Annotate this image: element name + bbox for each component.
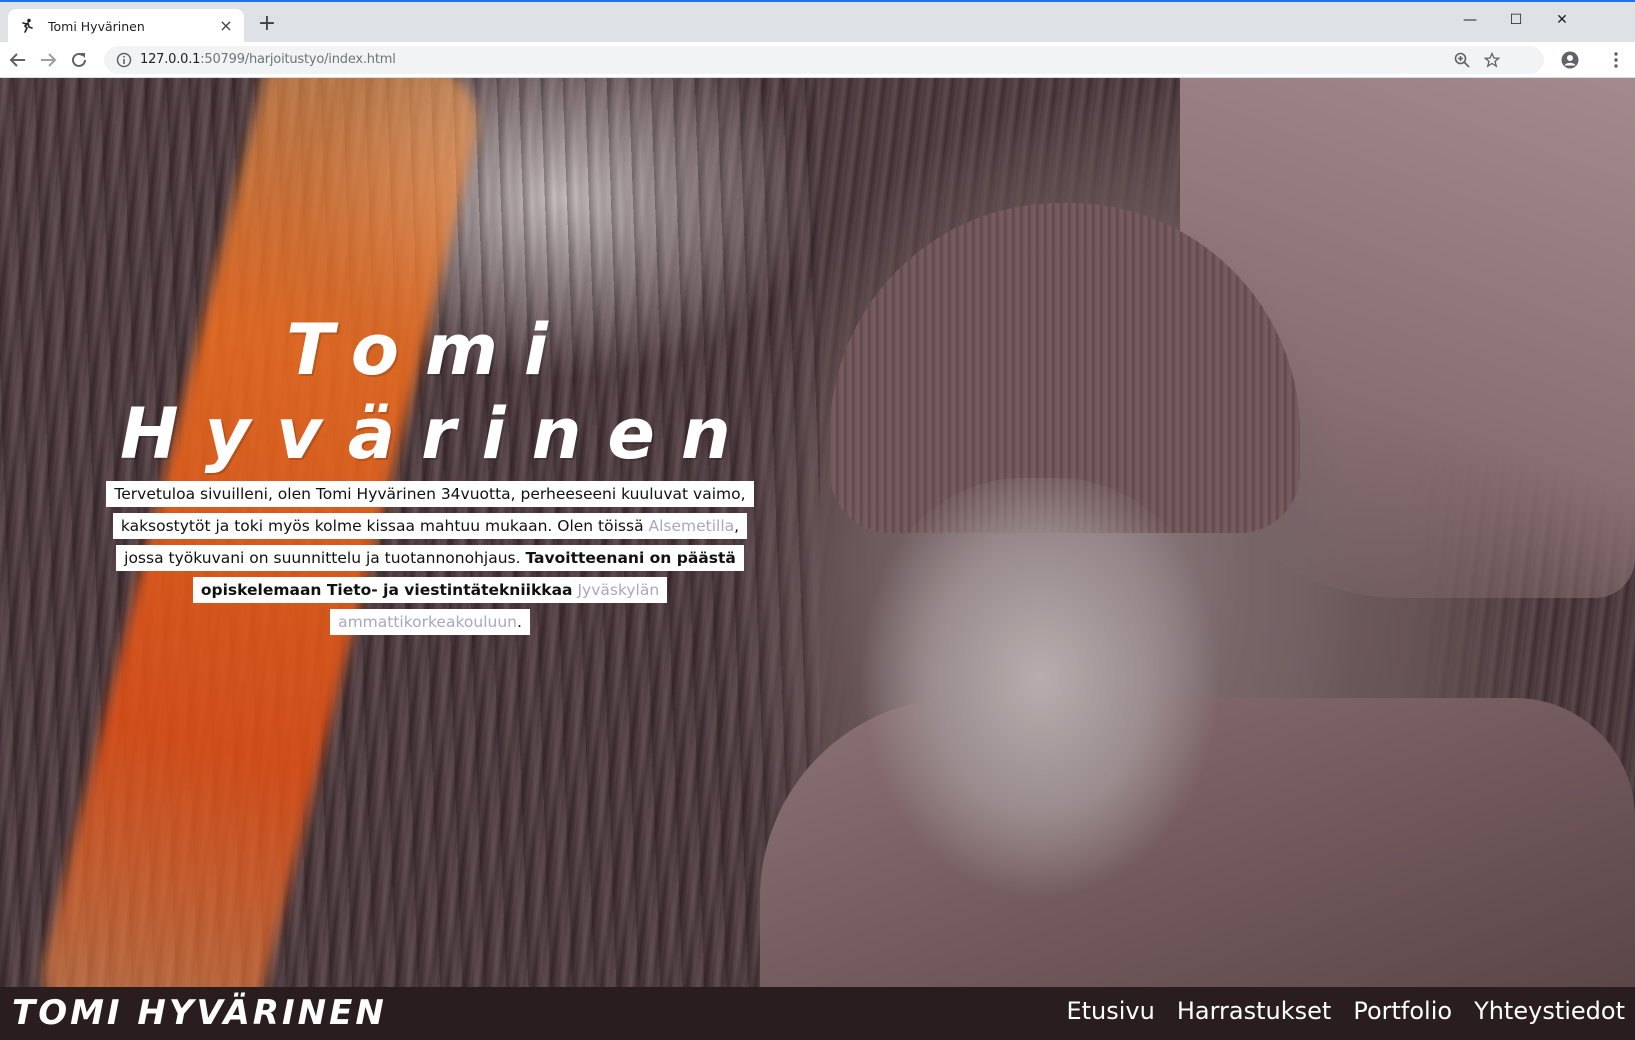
browser-tabstrip: Tomi Hyvärinen × + — ☐ ✕ <box>0 0 1635 44</box>
new-tab-button[interactable]: + <box>257 13 277 35</box>
runner-icon <box>22 18 33 33</box>
face-photo <box>860 478 1220 898</box>
url-text: 127.0.0.1:50799/harjoitustyo/index.html <box>140 52 396 67</box>
url-path: :50799/harjoitustyo/index.html <box>200 52 396 67</box>
tab-title: Tomi Hyvärinen <box>48 19 145 34</box>
hero-title-line1: Tomi <box>286 309 574 391</box>
nav-yhteystiedot[interactable]: Yhteystiedot <box>1474 997 1625 1025</box>
nav-etusivu[interactable]: Etusivu <box>1066 997 1154 1025</box>
alsemetilla-link[interactable]: Alsemetilla <box>649 517 735 535</box>
hero-title-line2: Hyvärinen <box>120 393 757 475</box>
browser-toolbar: 127.0.0.1:50799/harjoitustyo/index.html <box>0 42 1635 78</box>
close-tab-icon[interactable]: × <box>218 18 234 34</box>
account-button[interactable] <box>1560 50 1580 70</box>
info-icon[interactable] <box>116 52 132 68</box>
footer-brand[interactable]: Tomi Hyvärinen <box>12 993 387 1033</box>
back-button[interactable] <box>6 48 30 72</box>
hero-title: Tomi Hyvärinen <box>120 308 740 476</box>
intro-highlight: Tervetuloa sivuilleni, olen Tomi Hyvärin… <box>106 481 754 635</box>
back-icon <box>9 53 25 67</box>
close-window-button[interactable]: ✕ <box>1539 6 1585 34</box>
browser-tab[interactable]: Tomi Hyvärinen × <box>8 9 244 44</box>
nav-portfolio[interactable]: Portfolio <box>1353 997 1452 1025</box>
intro-part4: . <box>516 613 522 631</box>
address-bar[interactable]: 127.0.0.1:50799/harjoitustyo/index.html <box>104 46 1544 74</box>
account-icon <box>1561 51 1579 69</box>
footer-nav: Etusivu Harrastukset Portfolio Yhteystie… <box>1066 997 1625 1025</box>
menu-icon <box>1614 52 1618 68</box>
page-viewport: Tomi Hyvärinen Tervetuloa sivuilleni, ol… <box>0 78 1635 1040</box>
nav-harrastukset[interactable]: Harrastukset <box>1177 997 1331 1025</box>
forward-button[interactable] <box>36 48 60 72</box>
footer-bar: Tomi Hyvärinen Etusivu Harrastukset Port… <box>0 987 1635 1040</box>
reload-icon <box>72 52 86 67</box>
zoom-icon[interactable] <box>1454 52 1470 68</box>
forward-icon <box>41 53 57 67</box>
intro-text: Tervetuloa sivuilleni, olen Tomi Hyvärin… <box>100 478 760 638</box>
menu-button[interactable] <box>1606 50 1626 70</box>
url-host: 127.0.0.1 <box>140 52 201 67</box>
reload-button[interactable] <box>67 48 91 72</box>
maximize-button[interactable]: ☐ <box>1493 6 1539 34</box>
minimize-button[interactable]: — <box>1447 6 1493 34</box>
star-icon[interactable] <box>1484 52 1500 68</box>
